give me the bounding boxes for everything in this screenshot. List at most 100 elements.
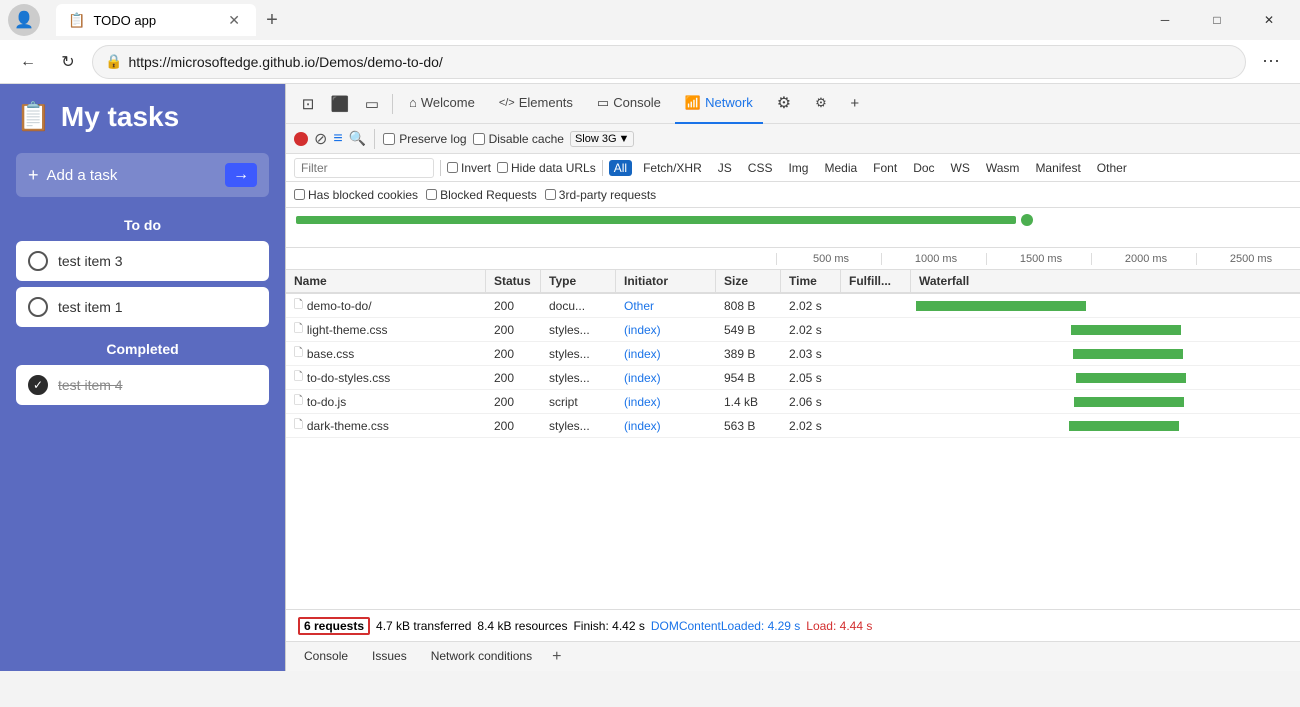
network-row-1[interactable]: 🗋 demo-to-do/ 200 docu... Other 808 B 2.… [286, 294, 1300, 318]
task-item-2[interactable]: test item 1 [16, 287, 269, 327]
task-checkbox-2[interactable] [28, 297, 48, 317]
record-button[interactable] [294, 132, 308, 146]
throttle-value: Slow 3G [575, 133, 617, 145]
row4-time: 2.05 s [781, 371, 841, 385]
disable-cache-checkbox[interactable] [473, 133, 485, 145]
profile-avatar[interactable]: 👤 [8, 4, 40, 36]
network-row-3[interactable]: 🗋 base.css 200 styles... (index) 389 B 2… [286, 342, 1300, 366]
network-row-5[interactable]: 🗋 to-do.js 200 script (index) 1.4 kB 2.0… [286, 390, 1300, 414]
network-label: Network [705, 95, 753, 110]
add-task-button[interactable]: + Add a task → [16, 153, 269, 197]
row6-file-icon: 🗋 [294, 416, 303, 435]
row4-initiator[interactable]: (index) [616, 371, 716, 385]
invert-checkbox[interactable] [447, 162, 458, 173]
col-header-fulfill[interactable]: Fulfill... [841, 270, 911, 292]
inspect-element-button[interactable]: ⊡ [294, 90, 322, 118]
minimize-button[interactable]: ─ [1142, 5, 1188, 35]
filter-doc-button[interactable]: Doc [908, 160, 939, 176]
filter-all-button[interactable]: All [609, 160, 632, 176]
devtools-tab-settings-gear[interactable]: ⚙ [805, 84, 837, 124]
bottom-tab-console[interactable]: Console [294, 647, 358, 667]
devtools-tab-console[interactable]: ▭ Console [587, 84, 671, 124]
row6-initiator[interactable]: (index) [616, 419, 716, 433]
timeline-mark-1500: 1500 ms [986, 253, 1091, 265]
search-network-button[interactable]: 🔍 [349, 130, 366, 147]
refresh-button[interactable]: ↻ [52, 46, 84, 78]
invert-label: Invert [461, 161, 491, 175]
col-header-size[interactable]: Size [716, 270, 781, 292]
row2-initiator[interactable]: (index) [616, 323, 716, 337]
new-tab-button[interactable]: + [256, 4, 288, 36]
row3-status: 200 [486, 347, 541, 361]
row3-time: 2.03 s [781, 347, 841, 361]
row1-time: 2.02 s [781, 299, 841, 313]
filter-ws-button[interactable]: WS [946, 160, 975, 176]
maximize-button[interactable]: □ [1194, 5, 1240, 35]
col-header-initiator[interactable]: Initiator [616, 270, 716, 292]
throttle-dropdown[interactable]: Slow 3G ▼ [570, 131, 634, 147]
devtools-tab-sources[interactable]: ⚙ [767, 84, 801, 124]
col-header-time[interactable]: Time [781, 270, 841, 292]
devtools-tab-network[interactable]: 📶 Network [675, 84, 763, 124]
row5-status: 200 [486, 395, 541, 409]
back-button[interactable]: ← [12, 46, 44, 78]
preserve-log-checkbox[interactable] [383, 133, 395, 145]
filter-font-button[interactable]: Font [868, 160, 902, 176]
close-button[interactable]: ✕ [1246, 5, 1292, 35]
task-item-completed-1[interactable]: ✓ test item 4 [16, 365, 269, 405]
hide-data-urls-checkbox[interactable] [497, 162, 508, 173]
bottom-tab-issues[interactable]: Issues [362, 647, 417, 667]
filter-js-button[interactable]: JS [713, 160, 737, 176]
bottom-tab-add-button[interactable]: + [546, 646, 567, 668]
clear-network-button[interactable]: ⊘ [314, 129, 327, 149]
more-options-button[interactable]: ⋯ [1254, 47, 1288, 76]
settings-gear-icon: ⚙ [815, 95, 827, 111]
devtools-tab-welcome[interactable]: ⌂ Welcome [399, 84, 485, 124]
tab-close-button[interactable]: ✕ [224, 10, 244, 31]
filter-manifest-button[interactable]: Manifest [1030, 160, 1085, 176]
blocked-cookies-text: Has blocked cookies [308, 188, 418, 202]
row5-waterfall [911, 390, 1300, 413]
task-checkbox-1[interactable] [28, 251, 48, 271]
lock-icon: 🔒 [105, 53, 122, 70]
col-header-waterfall[interactable]: Waterfall ▲ [911, 270, 1300, 292]
task-checkbox-completed-1[interactable]: ✓ [28, 375, 48, 395]
row4-status: 200 [486, 371, 541, 385]
timeline-overlay [286, 208, 1300, 248]
row5-initiator[interactable]: (index) [616, 395, 716, 409]
devtools-add-panel-button[interactable]: + [841, 90, 869, 118]
throttle-dropdown-arrow: ▼ [619, 133, 630, 145]
tab-title-text: TODO app [93, 13, 216, 28]
row3-waterfall-bar [1073, 349, 1183, 359]
device-emulation-button[interactable]: ⬛ [326, 90, 354, 118]
bottom-tab-network-conditions[interactable]: Network conditions [421, 647, 542, 667]
filter-wasm-button[interactable]: Wasm [981, 160, 1025, 176]
devtools-tab-elements[interactable]: </> Elements [489, 84, 583, 124]
filter-fetch-button[interactable]: Fetch/XHR [638, 160, 707, 176]
blocked-cookies-checkbox[interactable] [294, 189, 305, 200]
third-party-checkbox[interactable] [545, 189, 556, 200]
tab-bar: 📋 TODO app ✕ + [48, 2, 1142, 38]
network-row-4[interactable]: 🗋 to-do-styles.css 200 styles... (index)… [286, 366, 1300, 390]
panel-layout-button[interactable]: ▭ [358, 90, 386, 118]
filter-media-button[interactable]: Media [819, 160, 862, 176]
row2-waterfall [911, 318, 1300, 341]
network-row-2[interactable]: 🗋 light-theme.css 200 styles... (index) … [286, 318, 1300, 342]
filter-img-button[interactable]: Img [783, 160, 813, 176]
col-header-type[interactable]: Type [541, 270, 616, 292]
row3-initiator[interactable]: (index) [616, 347, 716, 361]
network-row-6[interactable]: 🗋 dark-theme.css 200 styles... (index) 5… [286, 414, 1300, 438]
network-icon: 📶 [685, 95, 701, 111]
invert-checkbox-label: Invert [447, 161, 491, 175]
blocked-requests-checkbox[interactable] [426, 189, 437, 200]
filter-toggle-button[interactable]: ≡ [333, 130, 342, 148]
task-item-1[interactable]: test item 3 [16, 241, 269, 281]
browser-tab-todo[interactable]: 📋 TODO app ✕ [56, 4, 256, 36]
filter-input[interactable] [294, 158, 434, 178]
col-header-status[interactable]: Status [486, 270, 541, 292]
filter-css-button[interactable]: CSS [743, 160, 778, 176]
address-bar[interactable]: 🔒 https://microsoftedge.github.io/Demos/… [92, 45, 1246, 79]
filter-other-button[interactable]: Other [1092, 160, 1132, 176]
nav-bar: ← ↻ 🔒 https://microsoftedge.github.io/De… [0, 40, 1300, 84]
col-header-name[interactable]: Name [286, 270, 486, 292]
